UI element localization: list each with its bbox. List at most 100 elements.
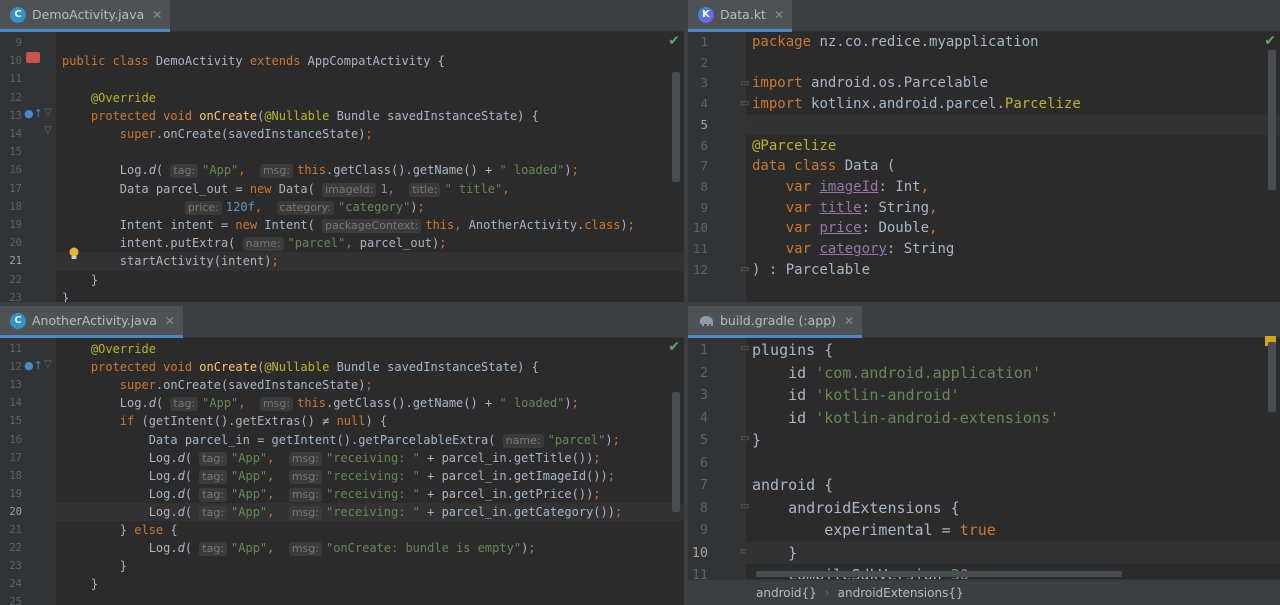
code-line[interactable]	[56, 593, 684, 605]
code-line[interactable]: Log.d( tag: "App", msg: this.getClass().ge…	[56, 161, 684, 179]
code-area[interactable]: package nz.co.redice.myapplication import…	[746, 32, 1280, 302]
code-line[interactable]: experimental = true	[746, 519, 1280, 542]
code-line[interactable]: import android.os.Parcelable	[746, 73, 1280, 94]
code-line[interactable]: id 'com.android.application'	[746, 362, 1280, 385]
breadcrumb-item-android[interactable]: android{}	[756, 586, 817, 600]
code-line[interactable]	[56, 70, 684, 88]
code-line[interactable]: var imageId: Int,	[746, 177, 1280, 198]
breadcrumb-item-android-extensions[interactable]: androidExtensions{}	[838, 586, 964, 600]
code-line[interactable]: }	[746, 429, 1280, 452]
code-line[interactable]: androidExtensions {	[746, 497, 1280, 520]
line-number: 7	[700, 158, 708, 174]
code-line[interactable]: Log.d( tag: "App", msg: "onCreate: bundle …	[56, 539, 684, 557]
tab-label: AnotherActivity.java	[32, 313, 157, 328]
run-gutter-icon[interactable]	[26, 52, 40, 66]
code-line[interactable]: } else {	[56, 521, 684, 539]
code-line[interactable]	[56, 34, 684, 52]
code-line[interactable]: @Override	[56, 340, 684, 358]
code-line[interactable]: Log.d( tag: "App", msg: "receiving: " + pa…	[56, 502, 684, 521]
line-number: 6	[700, 137, 708, 153]
code-line[interactable]: @Override	[56, 89, 684, 107]
code-line[interactable]: super.onCreate(savedInstanceState);	[56, 376, 684, 394]
fold-icon[interactable]: ▽	[44, 359, 52, 370]
code-line[interactable]: Intent intent = new Intent( packageConte…	[56, 216, 684, 234]
tab-another-activity[interactable]: C AnotherActivity.java ✕	[0, 306, 183, 338]
line-number: 10	[692, 220, 708, 236]
lightbulb-icon[interactable]	[68, 246, 80, 260]
code-line[interactable]: super.onCreate(savedInstanceState);	[56, 125, 684, 143]
override-gutter-icon[interactable]: ●↑	[24, 107, 43, 120]
code-line[interactable]: }	[56, 575, 684, 593]
vertical-scrollbar[interactable]	[672, 392, 680, 512]
code-line[interactable]: var title: String,	[746, 198, 1280, 219]
code-line[interactable]: }	[56, 557, 684, 575]
code-line[interactable]: if (getIntent().getExtras() ≠ null) {	[56, 412, 684, 430]
code-editor[interactable]: 11 12 13 14 15 16 17 18 19 20 21 22 23 24 25 ●↑ ▽ @Overr…	[0, 338, 684, 605]
override-gutter-icon[interactable]: ●↑	[24, 359, 43, 372]
code-editor[interactable]: 1 2 3 4 5 6 7 8 9 10 11 12 ▭ ▭ ▭ package nz.co.redice.…	[688, 32, 1280, 302]
editor-pane-data-kt: K Data.kt ✕ ✔ 1 2 3 4 5 6 7 8 9 10 11 12 ▭ ▭ ▭ package…	[688, 0, 1280, 302]
line-number: 6	[699, 454, 708, 471]
line-number: 19	[9, 219, 22, 231]
line-number: 23	[9, 291, 22, 302]
tab-build-gradle[interactable]: build.gradle (:app) ✕	[688, 306, 863, 338]
line-number: 4	[699, 409, 708, 426]
fold-icon[interactable]: ▽	[44, 125, 52, 136]
code-line[interactable]: protected void onCreate(@Nullable Bundle…	[56, 358, 684, 376]
code-line[interactable]: protected void onCreate(@Nullable Bundle…	[56, 107, 684, 125]
line-number: 17	[9, 451, 22, 464]
line-number: 4	[700, 96, 708, 112]
editor-pane-another-activity: C AnotherActivity.java ✕ ✔ 11 12 13 14 15 16 1…	[0, 306, 684, 605]
close-icon[interactable]: ✕	[152, 8, 162, 22]
code-line[interactable]: Data parcel_out = new Data( imageId: 1, t…	[56, 180, 684, 198]
line-number: 16	[9, 433, 22, 446]
code-line[interactable]: android {	[746, 474, 1280, 497]
code-line[interactable]	[746, 452, 1280, 475]
code-line[interactable]: plugins {	[746, 339, 1280, 362]
code-line[interactable]: Log.d( tag: "App", msg: "receiving: " + pa…	[56, 449, 684, 467]
line-number: 21	[9, 524, 22, 536]
code-line[interactable]	[56, 143, 684, 161]
code-line[interactable]: import kotlinx.android.parcel.Parcelize	[746, 94, 1280, 115]
code-line[interactable]: startActivity(intent);	[56, 252, 684, 271]
code-area[interactable]: public class DemoActivity extends AppCom…	[56, 32, 684, 302]
code-line[interactable]: }	[56, 289, 684, 302]
vertical-scrollbar[interactable]	[672, 72, 680, 182]
code-line[interactable]	[746, 114, 1280, 136]
code-line[interactable]: public class DemoActivity extends AppCom…	[56, 52, 684, 70]
tab-demo-activity[interactable]: C DemoActivity.java ✕	[0, 0, 171, 32]
code-line[interactable]: Log.d( tag: "App", msg: this.getClass().ge…	[56, 394, 684, 412]
code-line[interactable]: @Parcelize	[746, 136, 1280, 157]
code-line[interactable]: intent.putExtra( name: "parcel", parcel_o…	[56, 234, 684, 252]
line-number: 21	[9, 255, 22, 268]
close-icon[interactable]: ✕	[165, 314, 175, 328]
code-line[interactable]: var price: Double,	[746, 218, 1280, 239]
code-line[interactable]: var category: String	[746, 239, 1280, 260]
code-line[interactable]: Log.d( tag: "App", msg: "receiving: " + pa…	[56, 467, 684, 485]
tab-data-kt[interactable]: K Data.kt ✕	[688, 0, 793, 32]
line-gutter: 1 2 3 4 5 6 7 8 9 10 11 ▭ ▭ ▭ ▭	[688, 338, 749, 583]
code-line[interactable]: price: 120f, category: "category");	[56, 198, 684, 216]
fold-icon[interactable]: ▽	[44, 107, 52, 118]
code-line[interactable]: data class Data (	[746, 156, 1280, 177]
code-line[interactable]: package nz.co.redice.myapplication	[746, 32, 1280, 53]
code-editor[interactable]: 1 2 3 4 5 6 7 8 9 10 11 ▭ ▭ ▭ ▭ plugins { id 'com.andr…	[688, 338, 1280, 583]
code-line[interactable]: id 'kotlin-android'	[746, 384, 1280, 407]
code-area[interactable]: plugins { id 'com.android.application' i…	[746, 338, 1280, 579]
code-line[interactable]: ) : Parcelable	[746, 260, 1280, 281]
close-icon[interactable]: ✕	[844, 314, 854, 328]
line-number: 14	[9, 397, 22, 410]
code-line[interactable]: id 'kotlin-android-extensions'	[746, 407, 1280, 430]
code-line[interactable]: }	[56, 271, 684, 289]
line-number: 15	[9, 146, 22, 159]
vertical-scrollbar[interactable]	[1268, 50, 1276, 190]
code-editor[interactable]: 9 10 11 12 13 14 15 16 17 18 19 20 21 22 23 ●↑ ▽ ▽ public…	[0, 32, 684, 302]
vertical-scrollbar[interactable]	[1268, 342, 1276, 412]
code-line[interactable]	[746, 53, 1280, 74]
code-line[interactable]: Log.d( tag: "App", msg: "receiving: " + pa…	[56, 485, 684, 503]
horizontal-scrollbar[interactable]	[756, 571, 1122, 577]
code-area[interactable]: @Override protected void onCreate(@Nulla…	[56, 338, 684, 605]
code-line[interactable]: Data parcel_in = getIntent().getParcelab…	[56, 431, 684, 449]
close-icon[interactable]: ✕	[774, 8, 784, 22]
code-line[interactable]: }	[746, 541, 1280, 564]
